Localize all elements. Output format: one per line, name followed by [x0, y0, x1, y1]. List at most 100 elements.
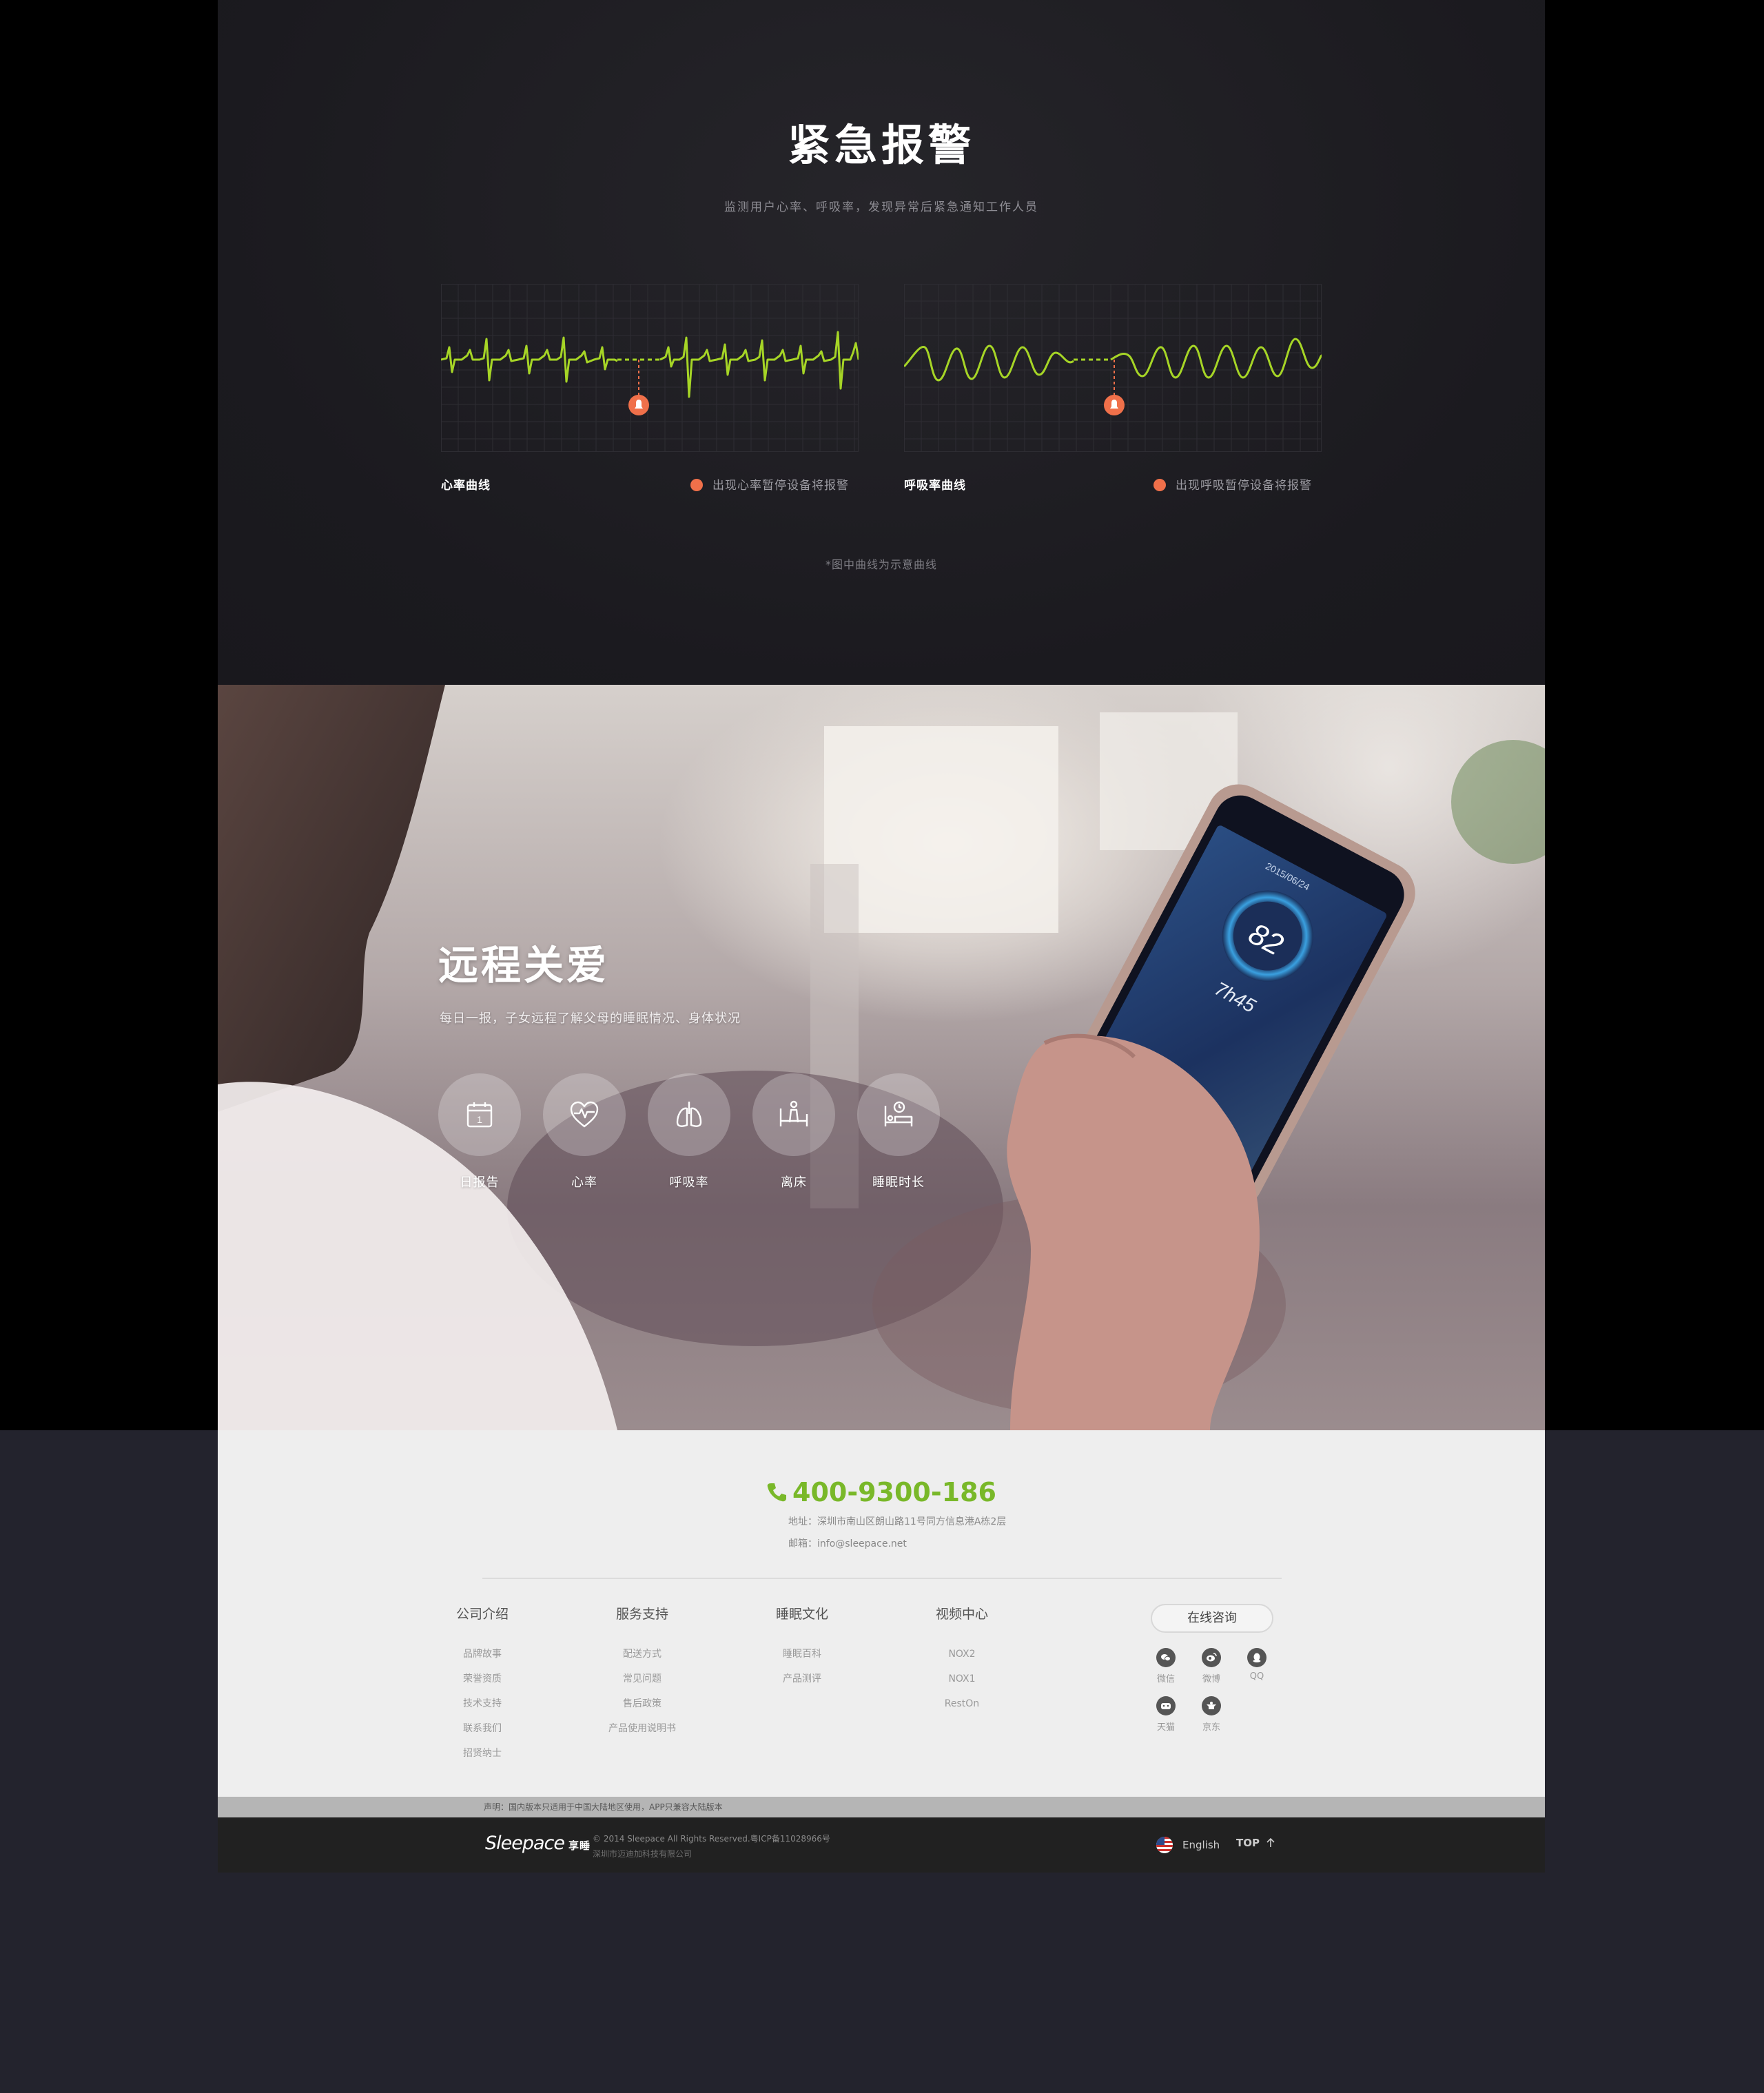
sleep-duration-icon: [884, 1101, 913, 1126]
disclaimer-bar: 声明：国内版本只适用于中国大陆地区使用，APP只兼容大陆版本: [218, 1797, 1545, 1817]
social-label: QQ: [1249, 1671, 1264, 1682]
bottom-bar: Sleepace 享睡 © 2014 Sleepace All Rights Re…: [218, 1817, 1545, 1873]
leave-bed-icon: [779, 1100, 808, 1126]
footer-link[interactable]: 联系我们: [407, 1716, 558, 1741]
breath-rate-note-text: 出现呼吸暂停设备将报警: [1176, 479, 1312, 493]
heart-rate-wave-svg: [441, 284, 859, 452]
footer-link[interactable]: RestOn: [886, 1691, 1038, 1716]
footer-link[interactable]: 常见问题: [566, 1667, 718, 1691]
social-label: 京东: [1202, 1722, 1220, 1733]
footer-link[interactable]: 配送方式: [566, 1642, 718, 1667]
breath-rate-wave-resume: [1110, 338, 1322, 379]
care-title: 远程关爱: [438, 942, 610, 989]
footer-link[interactable]: NOX1: [886, 1667, 1038, 1691]
phone-icon: [767, 1483, 787, 1502]
alert-subtitle: 监测用户心率、呼吸率，发现异常后紧急通知工作人员: [724, 200, 1038, 214]
social-wechat[interactable]: 微信: [1145, 1648, 1187, 1684]
breath-rate-wave-svg: [904, 284, 1322, 452]
feature-label: 离床: [781, 1175, 807, 1190]
social-jd[interactable]: 京东: [1191, 1696, 1232, 1733]
heart-rate-label: 心率曲线: [441, 479, 491, 493]
social-label: 微信: [1156, 1674, 1175, 1684]
feature-leave-bed: 离床: [752, 1073, 835, 1190]
emergency-alert-section: 紧急报警 监测用户心率、呼吸率，发现异常后紧急通知工作人员 心率曲线 出现心率暂…: [218, 0, 1545, 685]
footer-link[interactable]: NOX2: [886, 1642, 1038, 1667]
footer-link[interactable]: 荣誉资质: [407, 1667, 558, 1691]
heart-rate-chart: [441, 284, 859, 452]
footer-column-title: 公司介绍: [455, 1607, 509, 1622]
social-label: 微博: [1202, 1674, 1220, 1684]
social-weibo[interactable]: 微博: [1191, 1648, 1232, 1684]
sleepace-logo[interactable]: Sleepace 享睡: [485, 1833, 591, 1854]
weibo-icon: [1207, 1653, 1217, 1662]
footer-column-title: 视频中心: [935, 1607, 988, 1622]
social-tmall[interactable]: 天猫: [1145, 1696, 1187, 1733]
heart-rate-wave: [441, 336, 618, 383]
care-subtitle: 每日一报，子女远程了解父母的睡眠情况、身体状况: [440, 1011, 741, 1026]
calendar-icon: 1: [466, 1102, 493, 1128]
feature-label: 睡眠时长: [872, 1175, 925, 1190]
feature-sleep-duration: 睡眠时长: [857, 1073, 940, 1190]
footer-column-title: 睡眠文化: [775, 1607, 828, 1622]
company-name: 深圳市迈迪加科技有限公司: [593, 1849, 693, 1859]
breath-rate-chart: [904, 284, 1322, 452]
tmall-icon: [1161, 1703, 1171, 1709]
feature-label: 呼吸率: [669, 1175, 709, 1190]
footer-link[interactable]: 售后政策: [566, 1691, 718, 1716]
social-qq[interactable]: QQ: [1236, 1648, 1278, 1682]
heart-rate-icon: [570, 1101, 599, 1128]
copyright-text: © 2014 Sleepace All Rights Reserved.粤ICP…: [593, 1834, 830, 1844]
breath-rate-note: 出现呼吸暂停设备将报警: [1153, 475, 1312, 493]
language-label: English: [1182, 1839, 1220, 1851]
site-footer: 400-9300-186 地址：深圳市南山区朗山路11号同方信息港A栋2层 邮箱…: [218, 1430, 1545, 1797]
footer-column-service: 服务支持 配送方式 常见问题 售后政策 产品使用说明书: [566, 1604, 718, 1741]
company-address: 地址：深圳市南山区朗山路11号同方信息港A栋2层: [788, 1516, 1007, 1527]
logo-text: Sleepace: [485, 1833, 565, 1854]
footer-column-company: 公司介绍 品牌故事 荣誉资质 技术支持 联系我们 招贤纳士: [407, 1604, 558, 1766]
alarm-dot-icon: [690, 479, 703, 491]
care-background-photo: 82 7h45 2015/06/24: [218, 685, 1545, 1430]
footer-column-video: 视频中心 NOX2 NOX1 RestOn: [886, 1604, 1038, 1716]
jd-icon: [1207, 1702, 1216, 1709]
footer-link[interactable]: 产品测评: [726, 1667, 878, 1691]
chart-grid: [904, 284, 1322, 452]
footer-link[interactable]: 招贤纳士: [407, 1741, 558, 1766]
footer-link[interactable]: 技术支持: [407, 1691, 558, 1716]
company-email[interactable]: 邮箱：info@sleepace.net: [788, 1536, 907, 1550]
feature-breath-rate: 呼吸率: [648, 1073, 730, 1190]
feature-daily-report: 1 日报告: [438, 1073, 521, 1190]
footer-link[interactable]: 产品使用说明书: [566, 1716, 718, 1741]
heart-rate-note-text: 出现心率暂停设备将报警: [712, 479, 849, 493]
feature-label: 日报告: [460, 1175, 500, 1190]
language-switch[interactable]: English: [1156, 1837, 1220, 1853]
feature-label: 心率: [571, 1175, 597, 1190]
disclaimer-text: 声明：国内版本只适用于中国大陆地区使用，APP只兼容大陆版本: [484, 1802, 723, 1812]
alarm-dot-icon: [1153, 479, 1166, 491]
footer-column-sleep-culture: 睡眠文化 睡眠百科 产品测评: [726, 1604, 878, 1691]
heart-rate-note: 出现心率暂停设备将报警: [690, 475, 849, 493]
remote-care-section: 82 7h45 2015/06/24 远程关爱 每日一报，子女远程了解父母的睡眠…: [218, 685, 1545, 1430]
footer-link[interactable]: 睡眠百科: [726, 1642, 878, 1667]
online-consult-button[interactable]: 在线咨询: [1151, 1604, 1273, 1633]
back-to-top-button[interactable]: TOP: [1236, 1837, 1276, 1849]
footer-divider: [482, 1578, 1282, 1579]
feature-heart-rate: 心率: [543, 1073, 626, 1190]
svg-text:1: 1: [477, 1114, 482, 1125]
footer-column-title: 服务支持: [615, 1607, 668, 1622]
hotline[interactable]: 400-9300-186: [218, 1477, 1545, 1507]
qq-icon: [1253, 1653, 1261, 1662]
lungs-icon: [676, 1102, 702, 1127]
us-flag-icon: [1156, 1837, 1173, 1853]
breath-rate-wave: [904, 344, 1074, 382]
top-label: TOP: [1236, 1837, 1260, 1849]
breath-rate-label: 呼吸率曲线: [904, 479, 966, 493]
social-label: 天猫: [1156, 1722, 1175, 1733]
arrow-up-icon: [1266, 1837, 1275, 1847]
chart-grid: [441, 284, 859, 452]
alert-footnote: *图中曲线为示意曲线: [825, 558, 937, 571]
logo-cn-text: 享睡: [568, 1839, 591, 1852]
wechat-icon: [1161, 1654, 1171, 1662]
hotline-number: 400-9300-186: [792, 1477, 996, 1507]
alert-title: 紧急报警: [787, 120, 975, 170]
footer-link[interactable]: 品牌故事: [407, 1642, 558, 1667]
